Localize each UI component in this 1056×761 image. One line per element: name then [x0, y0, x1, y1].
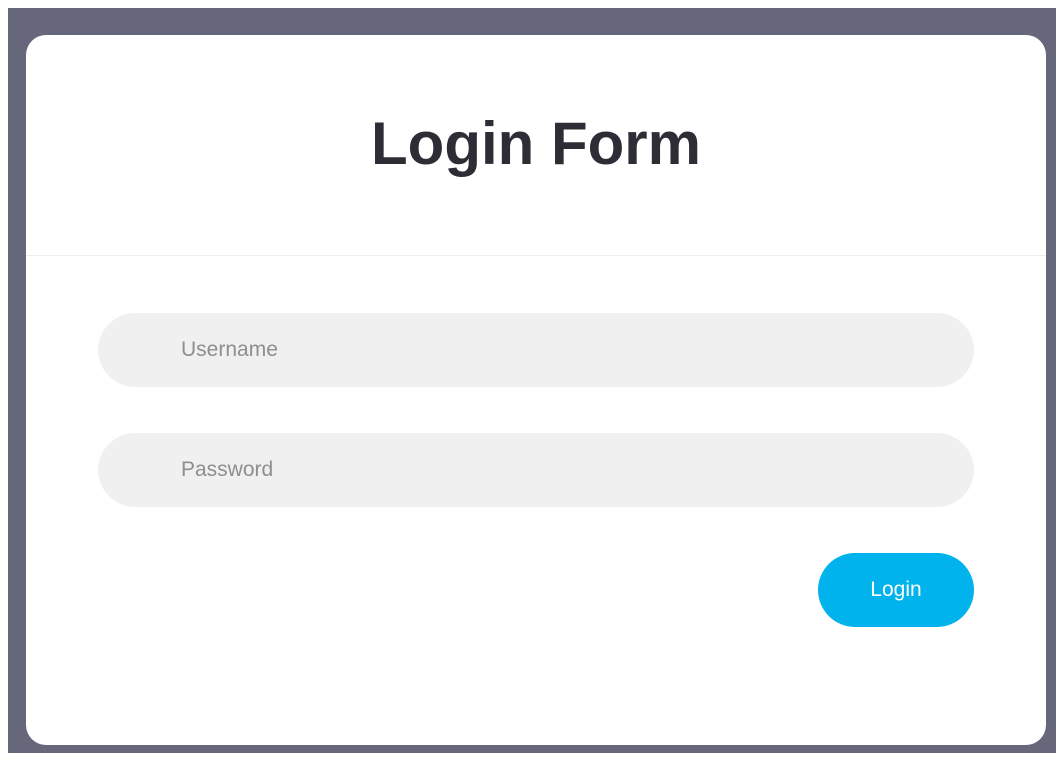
- login-button[interactable]: Login: [818, 553, 974, 627]
- page-title: Login Form: [371, 109, 701, 177]
- password-input[interactable]: [98, 433, 974, 507]
- username-input[interactable]: [98, 313, 974, 387]
- login-card: Login Form Login: [26, 35, 1046, 745]
- card-header: Login Form: [26, 35, 1046, 256]
